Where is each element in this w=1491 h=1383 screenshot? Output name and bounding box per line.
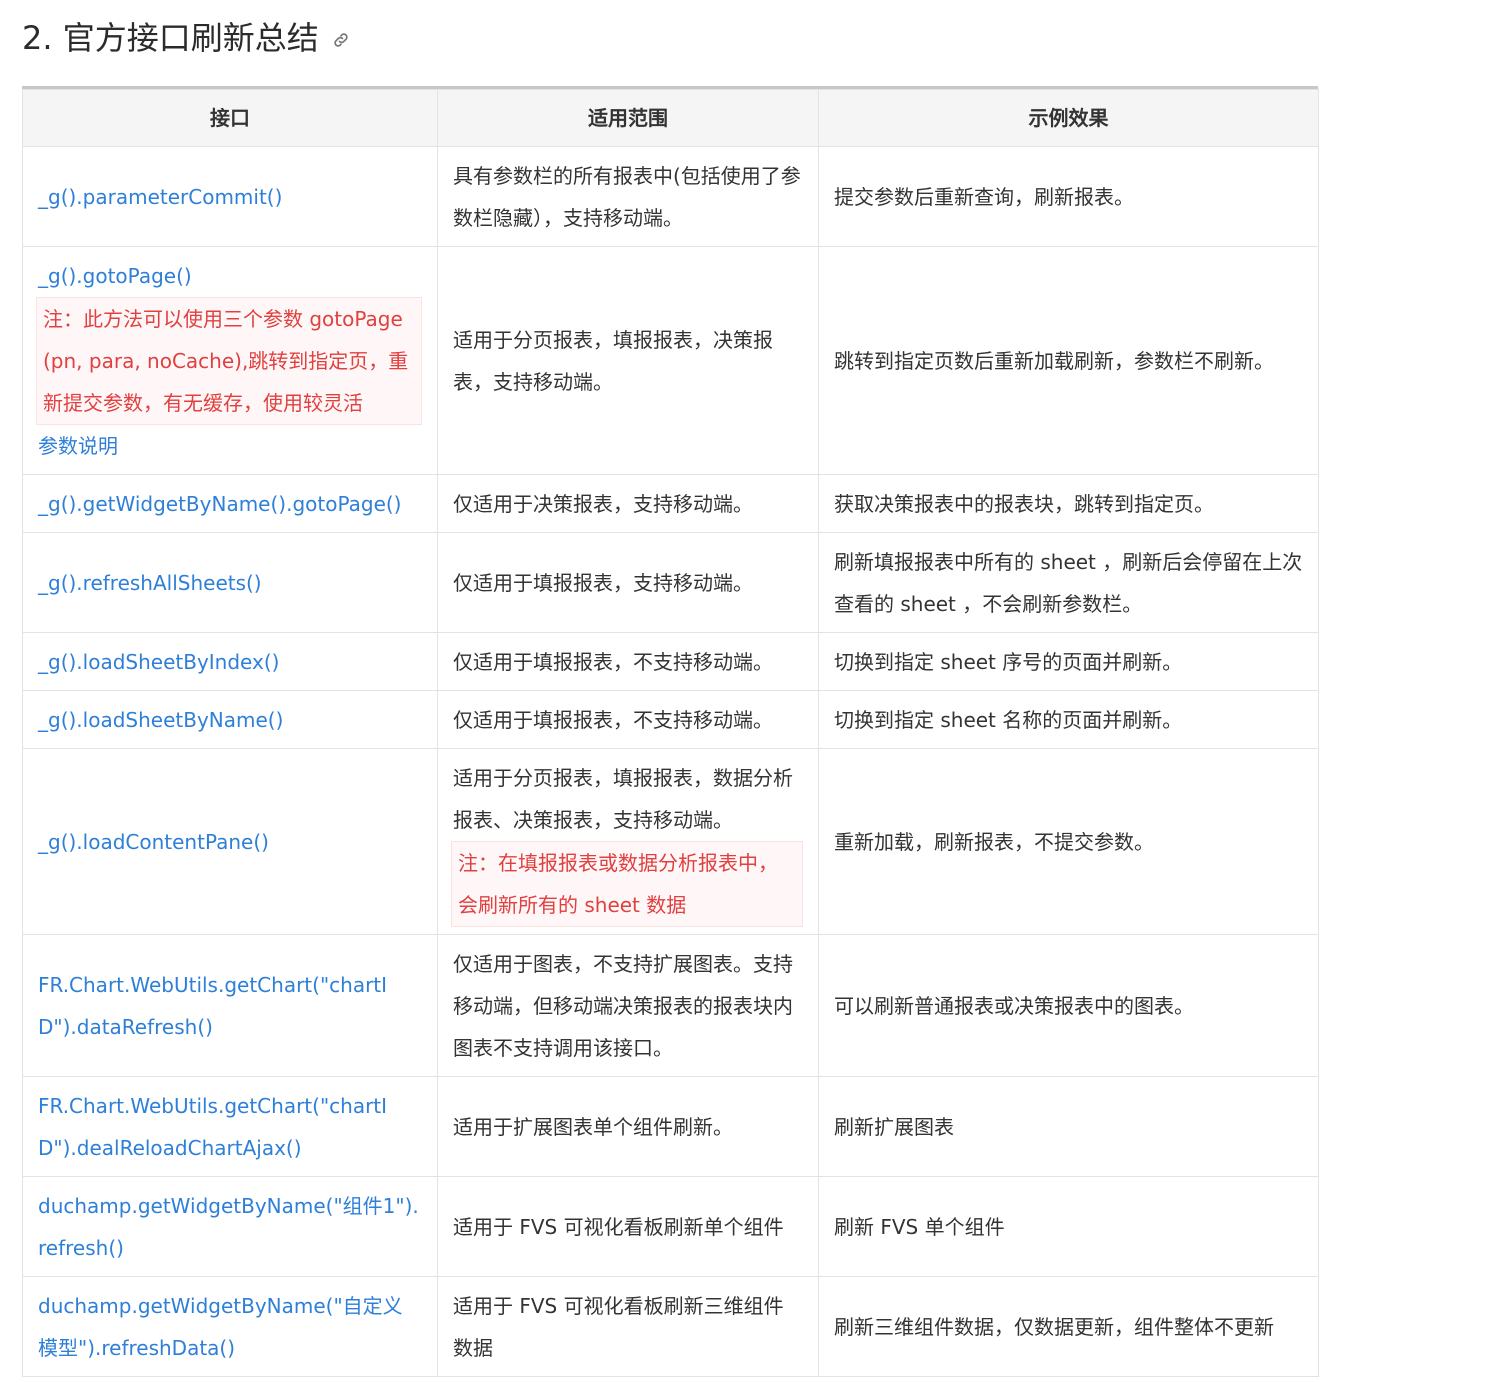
api-name: _g().parameterCommit() [38, 184, 283, 209]
effect-cell: 跳转到指定页数后重新加载刷新，参数栏不刷新。 [818, 246, 1319, 475]
api-cell: FR.Chart.WebUtils.getChart("chartID").da… [22, 934, 438, 1077]
scope-cell: 适用于 FVS 可视化看板刷新三维组件数据 [437, 1276, 819, 1377]
api-name: _g().loadContentPane() [38, 829, 269, 854]
effect-cell: 可以刷新普通报表或决策报表中的图表。 [818, 934, 1319, 1077]
table-row: _g().parameterCommit() 具有参数栏的所有报表中(包括使用了… [22, 146, 1319, 247]
table-row: _g().refreshAllSheets() 仅适用于填报报表，支持移动端。 … [22, 532, 1319, 633]
api-name: _g().getWidgetByName().gotoPage() [38, 491, 402, 516]
api-cell: _g().refreshAllSheets() [22, 532, 438, 633]
section-heading: 2. 官方接口刷新总结 [22, 14, 351, 62]
api-name: duchamp.getWidgetByName("组件1").refresh() [38, 1193, 419, 1260]
api-name: _g().gotoPage() [38, 263, 192, 288]
api-cell: duchamp.getWidgetByName("组件1").refresh() [22, 1176, 438, 1277]
api-name: _g().loadSheetByIndex() [38, 649, 280, 674]
scope-cell: 适用于扩展图表单个组件刷新。 [437, 1076, 819, 1177]
param-doc-link[interactable]: 参数说明 [38, 425, 422, 467]
effect-cell: 刷新填报报表中所有的 sheet ，刷新后会停留在上次查看的 sheet ，不会… [818, 532, 1319, 633]
effect-cell: 切换到指定 sheet 序号的页面并刷新。 [818, 632, 1319, 691]
effect-cell: 获取决策报表中的报表块，跳转到指定页。 [818, 474, 1319, 533]
table-row: _g().loadSheetByIndex() 仅适用于填报报表，不支持移动端。… [22, 632, 1319, 691]
column-header-scope: 适用范围 [437, 89, 819, 147]
table-row: _g().getWidgetByName().gotoPage() 仅适用于决策… [22, 474, 1319, 533]
table-row: _g().loadContentPane() 适用于分页报表，填报报表，数据分析… [22, 748, 1319, 935]
effect-cell: 刷新扩展图表 [818, 1076, 1319, 1177]
effect-cell: 切换到指定 sheet 名称的页面并刷新。 [818, 690, 1319, 749]
api-cell: duchamp.getWidgetByName("自定义模型").refresh… [22, 1276, 438, 1377]
api-cell: _g().parameterCommit() [22, 146, 438, 247]
table-row: duchamp.getWidgetByName("自定义模型").refresh… [22, 1276, 1319, 1377]
api-name: FR.Chart.WebUtils.getChart("chartID").da… [38, 972, 388, 1039]
table-row: _g().loadSheetByName() 仅适用于填报报表，不支持移动端。 … [22, 690, 1319, 749]
column-header-effect: 示例效果 [818, 89, 1319, 147]
effect-cell: 刷新三维组件数据，仅数据更新，组件整体不更新 [818, 1276, 1319, 1377]
api-cell: _g().loadSheetByName() [22, 690, 438, 749]
scope-cell: 适用于分页报表，填报报表，数据分析报表、决策报表，支持移动端。 注：在填报报表或… [437, 748, 819, 935]
table-row: duchamp.getWidgetByName("组件1").refresh()… [22, 1176, 1319, 1277]
scope-cell: 仅适用于填报报表，不支持移动端。 [437, 632, 819, 691]
section-title: 2. 官方接口刷新总结 [22, 19, 319, 57]
effect-cell: 刷新 FVS 单个组件 [818, 1176, 1319, 1277]
api-cell: _g().loadContentPane() [22, 748, 438, 935]
api-name: _g().loadSheetByName() [38, 707, 284, 732]
api-cell: FR.Chart.WebUtils.getChart("chartID").de… [22, 1076, 438, 1177]
api-cell: _g().getWidgetByName().gotoPage() [22, 474, 438, 533]
api-name: FR.Chart.WebUtils.getChart("chartID").de… [38, 1093, 388, 1160]
scope-note: 注：在填报报表或数据分析报表中，会刷新所有的 sheet 数据 [451, 840, 803, 927]
scope-cell: 仅适用于决策报表，支持移动端。 [437, 474, 819, 533]
column-header-api: 接口 [22, 89, 438, 147]
api-summary-table: 接口 适用范围 示例效果 _g().parameterCommit() 具有参数… [22, 89, 1319, 1377]
table-row: _g().gotoPage() 注：此方法可以使用三个参数 gotoPage(p… [22, 246, 1319, 475]
api-name: duchamp.getWidgetByName("自定义模型").refresh… [38, 1293, 403, 1360]
scope-cell: 具有参数栏的所有报表中(包括使用了参数栏隐藏），支持移动端。 [437, 146, 819, 247]
scope-cell: 适用于 FVS 可视化看板刷新单个组件 [437, 1176, 819, 1277]
api-cell: _g().loadSheetByIndex() [22, 632, 438, 691]
api-cell: _g().gotoPage() 注：此方法可以使用三个参数 gotoPage(p… [22, 246, 438, 475]
scope-cell: 仅适用于填报报表，支持移动端。 [437, 532, 819, 633]
scope-cell: 仅适用于图表，不支持扩展图表。支持移动端，但移动端决策报表的报表块内图表不支持调… [437, 934, 819, 1077]
scope-cell: 仅适用于填报报表，不支持移动端。 [437, 690, 819, 749]
api-name: _g().refreshAllSheets() [38, 570, 262, 595]
scope-text: 适用于分页报表，填报报表，数据分析报表、决策报表，支持移动端。 [453, 765, 793, 832]
table-row: FR.Chart.WebUtils.getChart("chartID").da… [22, 934, 1319, 1077]
effect-cell: 重新加载，刷新报表，不提交参数。 [818, 748, 1319, 935]
table-header-row: 接口 适用范围 示例效果 [22, 89, 1319, 147]
link-icon[interactable] [331, 30, 351, 50]
api-note: 注：此方法可以使用三个参数 gotoPage(pn, para, noCache… [36, 296, 422, 425]
effect-cell: 提交参数后重新查询，刷新报表。 [818, 146, 1319, 247]
table-row: FR.Chart.WebUtils.getChart("chartID").de… [22, 1076, 1319, 1177]
scope-cell: 适用于分页报表，填报报表，决策报表，支持移动端。 [437, 246, 819, 475]
